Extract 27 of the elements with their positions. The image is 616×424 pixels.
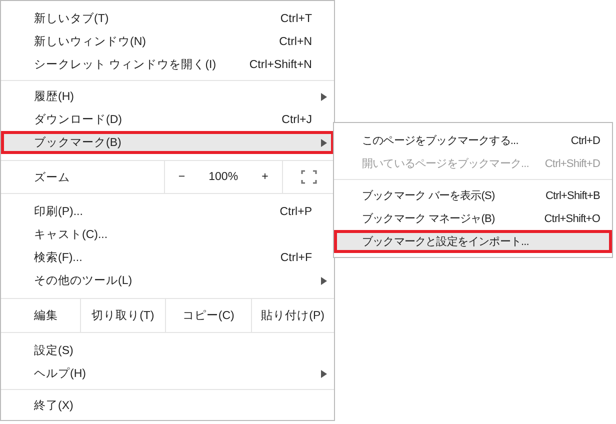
- menu-item[interactable]: 終了(X): [1, 394, 334, 417]
- menu-item[interactable]: ブックマーク マネージャ(B) Ctrl+Shift+O: [334, 207, 612, 230]
- menu-item[interactable]: ブックマーク(B): [1, 131, 334, 154]
- menu-item[interactable]: ブックマーク バーを表示(S) Ctrl+Shift+B: [334, 184, 612, 207]
- menu-item[interactable]: このページをブックマークする... Ctrl+D: [334, 129, 612, 152]
- zoom-out-button[interactable]: −: [174, 171, 190, 183]
- menu-item[interactable]: シークレット ウィンドウを開く(I) Ctrl+Shift+N: [1, 53, 334, 76]
- menu-item[interactable]: 設定(S): [1, 339, 334, 362]
- menu-item[interactable]: 検索(F)... Ctrl+F: [1, 246, 334, 269]
- edit-button[interactable]: 切り取り(T): [80, 299, 166, 332]
- menu-item[interactable]: ダウンロード(D) Ctrl+J: [1, 108, 334, 131]
- zoom-label: ズーム: [34, 170, 70, 184]
- menu-item[interactable]: 新しいタブ(T) Ctrl+T: [1, 7, 334, 30]
- zoom-level: 100%: [208, 171, 238, 183]
- menu-item[interactable]: その他のツール(L): [1, 269, 334, 292]
- edit-button[interactable]: コピー(C): [165, 299, 251, 332]
- menu-item[interactable]: 履歴(H): [1, 85, 334, 108]
- zoom-in-button[interactable]: +: [258, 171, 272, 183]
- edit-label: 編集: [34, 308, 58, 323]
- menu-item[interactable]: キャスト(C)...: [1, 223, 334, 246]
- edit-button[interactable]: 貼り付け(P): [250, 299, 334, 332]
- menu-item[interactable]: 新しいウィンドウ(N) Ctrl+N: [1, 30, 334, 53]
- menu-item[interactable]: ヘルプ(H): [1, 362, 334, 385]
- fullscreen-icon: [300, 170, 317, 184]
- fullscreen-button[interactable]: [300, 170, 317, 184]
- menu-item[interactable]: ブックマークと設定をインポート...: [334, 230, 612, 253]
- menu-item[interactable]: 印刷(P)... Ctrl+P: [1, 200, 334, 223]
